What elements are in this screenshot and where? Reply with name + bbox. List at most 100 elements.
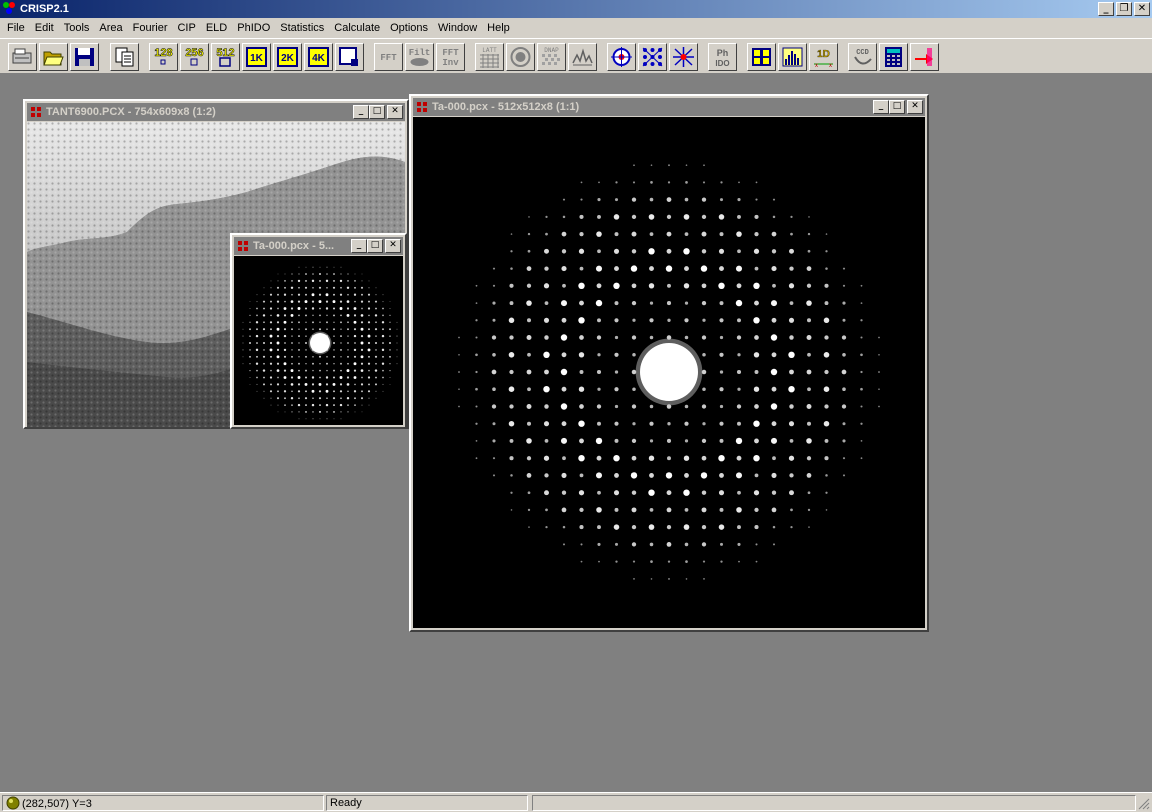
phido-button[interactable]: Ph IDO	[708, 43, 737, 71]
large-close-button[interactable]: ✕	[907, 100, 923, 114]
svg-text:1K: 1K	[250, 53, 264, 64]
tem-minimize-button[interactable]: _	[353, 105, 369, 119]
dnap-button[interactable]: DNAP	[537, 43, 566, 71]
ccd-camera-icon: CCD	[854, 49, 872, 65]
size-128-button[interactable]: 128	[149, 43, 178, 71]
one-d-button[interactable]: 1D x x	[809, 43, 838, 71]
menu-phido[interactable]: PhIDO	[232, 22, 275, 34]
filter-button[interactable]: Filt	[405, 43, 434, 71]
size-grip[interactable]	[1136, 795, 1150, 811]
large-minimize-button[interactable]: _	[873, 100, 889, 114]
small-diffraction-canvas[interactable]	[234, 256, 403, 425]
transfer-button[interactable]	[910, 43, 939, 71]
size-256-button[interactable]: 256	[180, 43, 209, 71]
size-256-icon: 256	[185, 47, 204, 66]
size-128-icon: 128	[154, 47, 173, 65]
menu-bar: File Edit Tools Area Fourier CIP ELD PhI…	[0, 18, 1152, 38]
menu-area[interactable]: Area	[94, 22, 127, 34]
small-close-button[interactable]: ✕	[385, 239, 401, 253]
red-arrow-icon	[915, 48, 933, 66]
app-restore-button[interactable]: ❐	[1116, 2, 1132, 16]
menu-help[interactable]: Help	[482, 22, 515, 34]
size-512-button[interactable]: 512	[211, 43, 240, 71]
menu-edit[interactable]: Edit	[30, 22, 59, 34]
copy-button[interactable]	[110, 43, 139, 71]
size-4k-button[interactable]: 4K	[304, 43, 333, 71]
svg-text:FFT: FFT	[442, 48, 459, 58]
svg-text:IDO: IDO	[715, 59, 729, 68]
symmetry-button[interactable]	[669, 43, 698, 71]
lattice-button[interactable]: LATT	[475, 43, 504, 71]
size-1k-icon: 1K	[246, 47, 267, 67]
menu-cip[interactable]: CIP	[172, 22, 200, 34]
save-button[interactable]	[70, 43, 99, 71]
lattice-grid-icon: LATT	[480, 47, 499, 68]
menu-window[interactable]: Window	[433, 22, 482, 34]
svg-text:Ph: Ph	[717, 48, 729, 58]
document-icon	[31, 107, 41, 117]
ccd-button[interactable]: CCD	[848, 43, 877, 71]
open-folder-icon	[43, 51, 64, 66]
svg-text:512: 512	[216, 47, 234, 59]
small-maximize-button[interactable]: □	[367, 239, 383, 253]
app-title-bar[interactable]: CRISP2.1 _ ❐ ✕	[0, 0, 1152, 18]
app-minimize-button[interactable]: _	[1098, 2, 1114, 16]
menu-fourier[interactable]: Fourier	[128, 22, 173, 34]
fft-inverse-button[interactable]: FFT Inv	[436, 43, 465, 71]
size-2k-button[interactable]: 2K	[273, 43, 302, 71]
floppy-disk-icon	[75, 48, 94, 66]
reflection-table-button[interactable]	[747, 43, 776, 71]
tem-close-button[interactable]: ✕	[387, 105, 403, 119]
large-diffraction-canvas[interactable]	[413, 117, 925, 628]
copy-icon	[115, 47, 134, 67]
large-diffraction-window[interactable]: Ta-000.pcx - 512x512x8 (1:1) _ □ ✕	[409, 94, 929, 632]
app-close-button[interactable]: ✕	[1134, 2, 1150, 16]
svg-text:Filt: Filt	[409, 48, 431, 58]
acquire-button[interactable]	[8, 43, 37, 71]
svg-text:256: 256	[185, 47, 203, 59]
menu-eld[interactable]: ELD	[201, 22, 232, 34]
tem-maximize-button[interactable]: □	[369, 105, 385, 119]
zoom-icon	[339, 47, 358, 66]
menu-options[interactable]: Options	[385, 22, 433, 34]
calculator-button[interactable]	[879, 43, 908, 71]
status-message: Ready	[330, 797, 362, 809]
open-button[interactable]	[39, 43, 68, 71]
table-grid-icon	[752, 48, 771, 66]
svg-text:x: x	[815, 63, 818, 69]
fft-inverse-icon: FFTInv	[442, 48, 459, 68]
app-title: CRISP2.1	[20, 3, 69, 15]
center-button[interactable]	[607, 43, 636, 71]
lattice-refine-button[interactable]	[638, 43, 667, 71]
large-diffraction-pattern	[413, 117, 925, 628]
small-diffraction-window[interactable]: Ta-000.pcx - 5... _ □ ✕	[230, 233, 407, 429]
menu-calculate[interactable]: Calculate	[329, 22, 385, 34]
circle-mask-button[interactable]	[506, 43, 535, 71]
small-diffraction-title-bar[interactable]: Ta-000.pcx - 5... _ □ ✕	[234, 237, 403, 255]
size-2k-icon: 2K	[277, 47, 298, 67]
svg-text:1D: 1D	[817, 49, 830, 60]
menu-tools[interactable]: Tools	[59, 22, 95, 34]
size-512-icon: 512	[216, 47, 235, 67]
fft-button[interactable]: FFT	[374, 43, 403, 71]
large-diffraction-title: Ta-000.pcx - 512x512x8 (1:1)	[432, 101, 580, 113]
profile-plot-icon	[572, 48, 593, 66]
menu-file[interactable]: File	[2, 22, 30, 34]
histogram-button[interactable]	[778, 43, 807, 71]
size-1k-button[interactable]: 1K	[242, 43, 271, 71]
small-minimize-button[interactable]: _	[351, 239, 367, 253]
phido-icon: PhIDO	[715, 48, 729, 68]
crisp-app-icon[interactable]	[3, 2, 17, 16]
symmetry-axes-icon	[673, 47, 694, 67]
status-extra-pane	[532, 795, 1136, 811]
status-indicator-icon	[6, 796, 20, 810]
size-4k-icon: 4K	[308, 47, 329, 67]
menu-statistics[interactable]: Statistics	[275, 22, 329, 34]
one-d-plot-icon: 1D x x	[814, 49, 833, 69]
profile-button[interactable]	[568, 43, 597, 71]
status-message-pane: Ready	[326, 795, 528, 811]
large-maximize-button[interactable]: □	[889, 100, 905, 114]
zoom-button[interactable]	[335, 43, 364, 71]
tem-image-title-bar[interactable]: TANT6900.PCX - 754x609x8 (1:2) _ □ ✕	[27, 103, 405, 121]
large-diffraction-title-bar[interactable]: Ta-000.pcx - 512x512x8 (1:1) _ □ ✕	[413, 98, 925, 116]
